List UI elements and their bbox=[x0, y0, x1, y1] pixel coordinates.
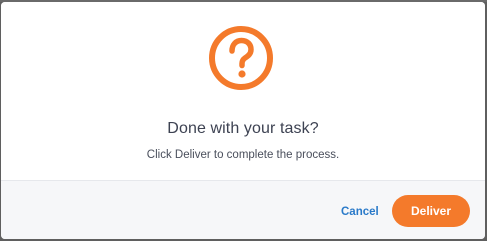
dialog-footer: Cancel Deliver bbox=[1, 180, 485, 239]
dialog-message: Click Deliver to complete the process. bbox=[146, 149, 340, 161]
cancel-button[interactable]: Cancel bbox=[335, 197, 385, 227]
dialog-title: Done with your task? bbox=[167, 120, 319, 137]
deliver-button[interactable]: Deliver bbox=[392, 195, 470, 227]
dialog-body: Done with your task? Click Deliver to co… bbox=[1, 2, 485, 180]
confirm-dialog: Done with your task? Click Deliver to co… bbox=[1, 2, 485, 239]
question-circle-icon bbox=[209, 26, 273, 90]
